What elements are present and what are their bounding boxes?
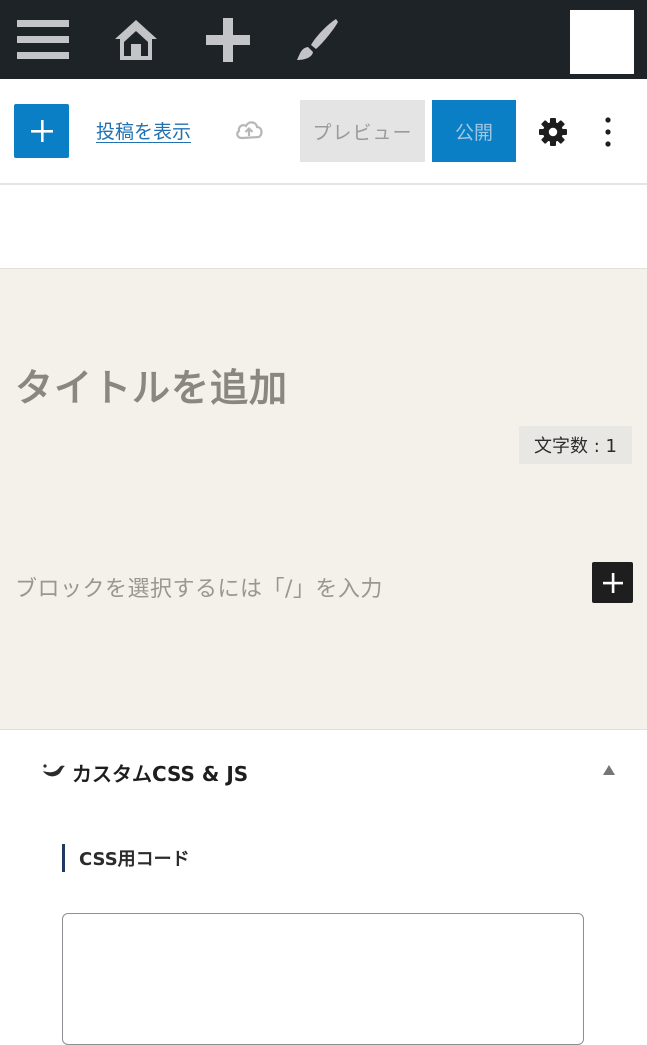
more-options-icon[interactable]	[597, 115, 619, 149]
menu-icon	[17, 19, 69, 59]
block-inserter-toggle-button[interactable]	[14, 104, 69, 158]
editor-canvas: タイトルを追加 文字数 : 1 ブロックを選択するには「/」を入力	[0, 269, 647, 730]
publish-button[interactable]: 公開	[432, 100, 516, 162]
css-code-section-heading: CSS用コード	[62, 844, 190, 872]
collapse-arrow-icon[interactable]	[602, 764, 616, 776]
metabox-title: カスタムCSS & JS	[72, 762, 249, 786]
css-code-textarea[interactable]	[62, 913, 584, 1045]
character-count-badge: 文字数 : 1	[519, 426, 632, 464]
default-block-appender[interactable]: ブロックを選択するには「/」を入力	[15, 571, 383, 603]
custom-css-js-metabox: カスタムCSS & JS CSS用コード	[0, 730, 647, 1045]
view-post-link[interactable]: 投稿を表示	[96, 117, 191, 144]
plus-icon	[30, 120, 53, 142]
metabox-header[interactable]: カスタムCSS & JS	[0, 730, 647, 812]
new-content-button[interactable]	[198, 0, 258, 79]
site-home-button[interactable]	[104, 0, 168, 79]
user-avatar[interactable]	[570, 10, 634, 74]
add-block-button[interactable]	[592, 562, 633, 603]
cloud-upload-icon	[236, 121, 263, 140]
css-code-label: CSS用コード	[79, 849, 190, 870]
plus-icon	[206, 17, 250, 62]
preview-button[interactable]: プレビュー	[300, 100, 425, 162]
admin-bar	[0, 0, 647, 79]
menu-toggle-button[interactable]	[12, 0, 74, 79]
plus-icon	[602, 572, 623, 593]
customize-button[interactable]	[286, 0, 346, 79]
home-icon	[115, 19, 157, 60]
gear-icon[interactable]	[537, 116, 569, 148]
editor-header-toolbar: 投稿を表示 プレビュー 公開	[0, 79, 647, 185]
bird-logo-icon	[43, 764, 65, 777]
brush-icon	[297, 18, 338, 60]
post-title-input[interactable]: タイトルを追加	[15, 357, 288, 412]
editor-notices-area	[0, 185, 647, 269]
